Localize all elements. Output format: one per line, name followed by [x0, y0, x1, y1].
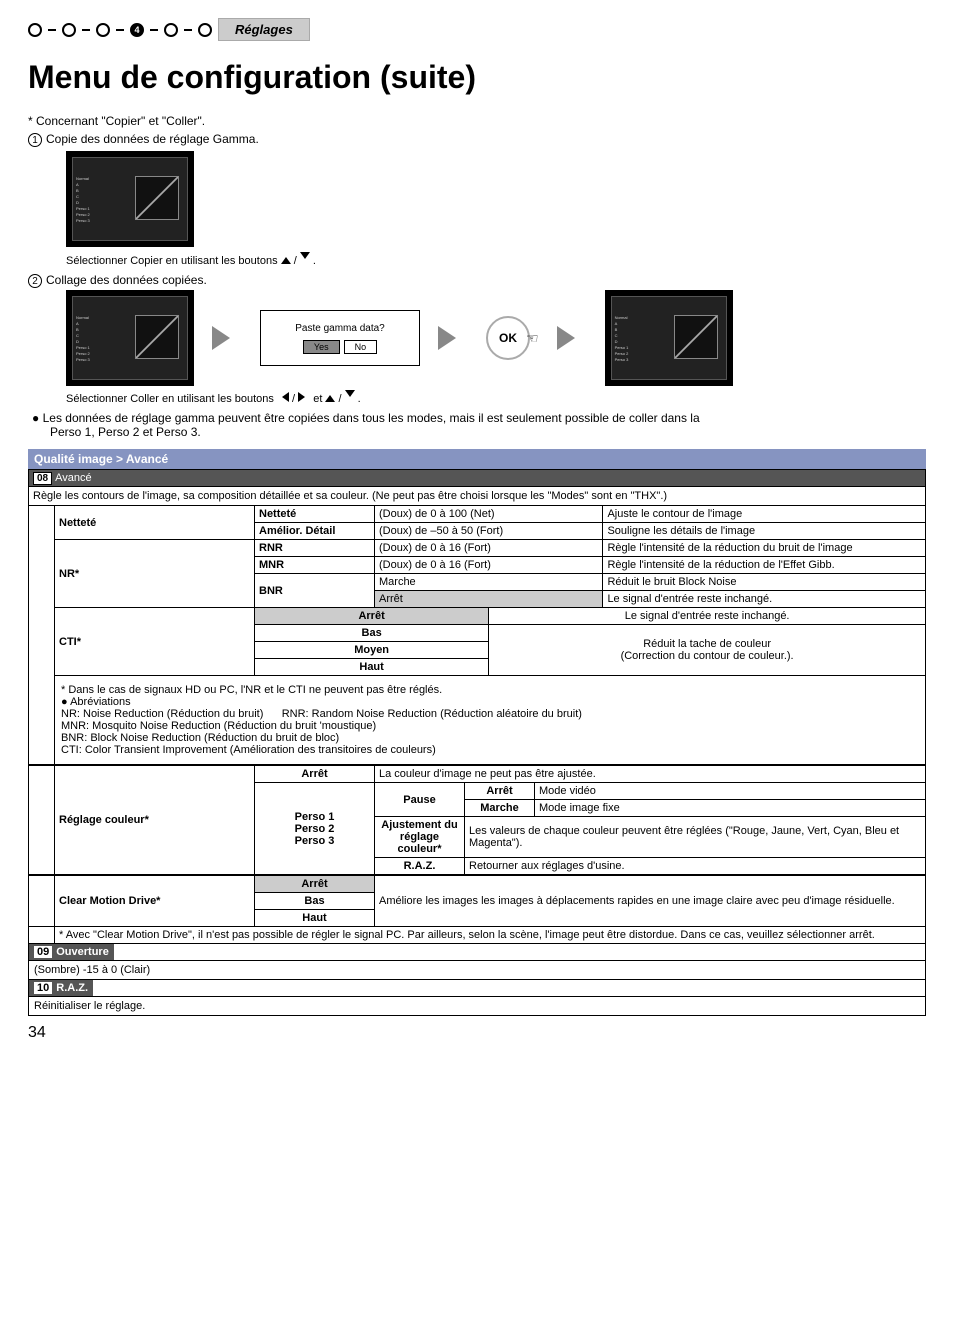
step-header: 4 Réglages [28, 18, 926, 41]
page-number: 34 [28, 1024, 926, 1042]
cmd-table: Clear Motion Drive* Arrêt Améliore les i… [28, 875, 926, 944]
left-icon [277, 392, 289, 402]
arrow-icon [438, 326, 468, 350]
step-dot-3 [96, 23, 110, 37]
step-dot-2 [62, 23, 76, 37]
row-cti: CTI* [55, 608, 255, 676]
gamma-screenshot-1: NormalABCDPerso 1Perso 2Perso 3 [66, 151, 194, 247]
step-dot-5 [164, 23, 178, 37]
down-icon [345, 390, 355, 402]
hand-icon: ☜ [526, 330, 539, 347]
paste-flow: NormalABCDPerso 1Perso 2Perso 3 Paste ga… [66, 290, 926, 386]
down-icon [300, 252, 310, 264]
paste-dialog: Paste gamma data? Yes No [260, 310, 420, 366]
page-title: Menu de configuration (suite) [28, 59, 926, 96]
settings-table: 08Avancé Règle les contours de l'image, … [28, 469, 926, 765]
right-icon [298, 392, 310, 402]
row-ouverture: 09Ouverture [28, 944, 926, 961]
ouverture-desc: (Sombre) -15 à 0 (Clair) [28, 961, 926, 980]
ok-button[interactable]: OK [486, 316, 530, 360]
no-button[interactable]: No [344, 340, 378, 354]
gamma-screenshot-3: NormalABCDPerso 1Perso 2Perso 3 [605, 290, 733, 386]
arrow-icon [557, 326, 587, 350]
step-dot-6 [198, 23, 212, 37]
gamma-screenshot-2: NormalABCDPerso 1Perso 2Perso 3 [66, 290, 194, 386]
up-icon [325, 390, 335, 402]
step-dot-1 [28, 23, 42, 37]
row-reglage-couleur: Réglage couleur* [55, 766, 255, 875]
row-cmd: Clear Motion Drive* [55, 876, 255, 927]
reglage-couleur-table: Réglage couleur* Arrêt La couleur d'imag… [28, 765, 926, 875]
step-dot-4: 4 [130, 23, 144, 37]
abbreviations-note: * Dans le cas de signaux HD ou PC, l'NR … [55, 676, 926, 765]
caption-2: Sélectionner Coller en utilisant les bou… [66, 390, 926, 405]
step-2: 2Collage des données copiées. [28, 273, 926, 288]
caption-1: Sélectionner Copier en utilisant les bou… [66, 252, 926, 267]
step-1: 1Copie des données de réglage Gamma. [28, 132, 926, 147]
tab-label: Réglages [218, 18, 310, 41]
cmd-note: * Avec "Clear Motion Drive", il n'est pa… [55, 927, 926, 944]
row-nettete: Netteté [55, 506, 255, 540]
up-icon [281, 252, 291, 264]
row-nr: NR* [55, 540, 255, 608]
row-raz: 10R.A.Z. [28, 980, 926, 997]
section-header: Qualité image > Avancé [28, 449, 926, 469]
raz-desc: Réinitialiser le réglage. [28, 997, 926, 1016]
yes-button[interactable]: Yes [303, 340, 340, 354]
copy-note: ● Les données de réglage gamma peuvent ê… [32, 411, 926, 439]
intro-note: * Concernant "Copier" et "Coller". [28, 114, 926, 128]
arrow-icon [212, 326, 242, 350]
